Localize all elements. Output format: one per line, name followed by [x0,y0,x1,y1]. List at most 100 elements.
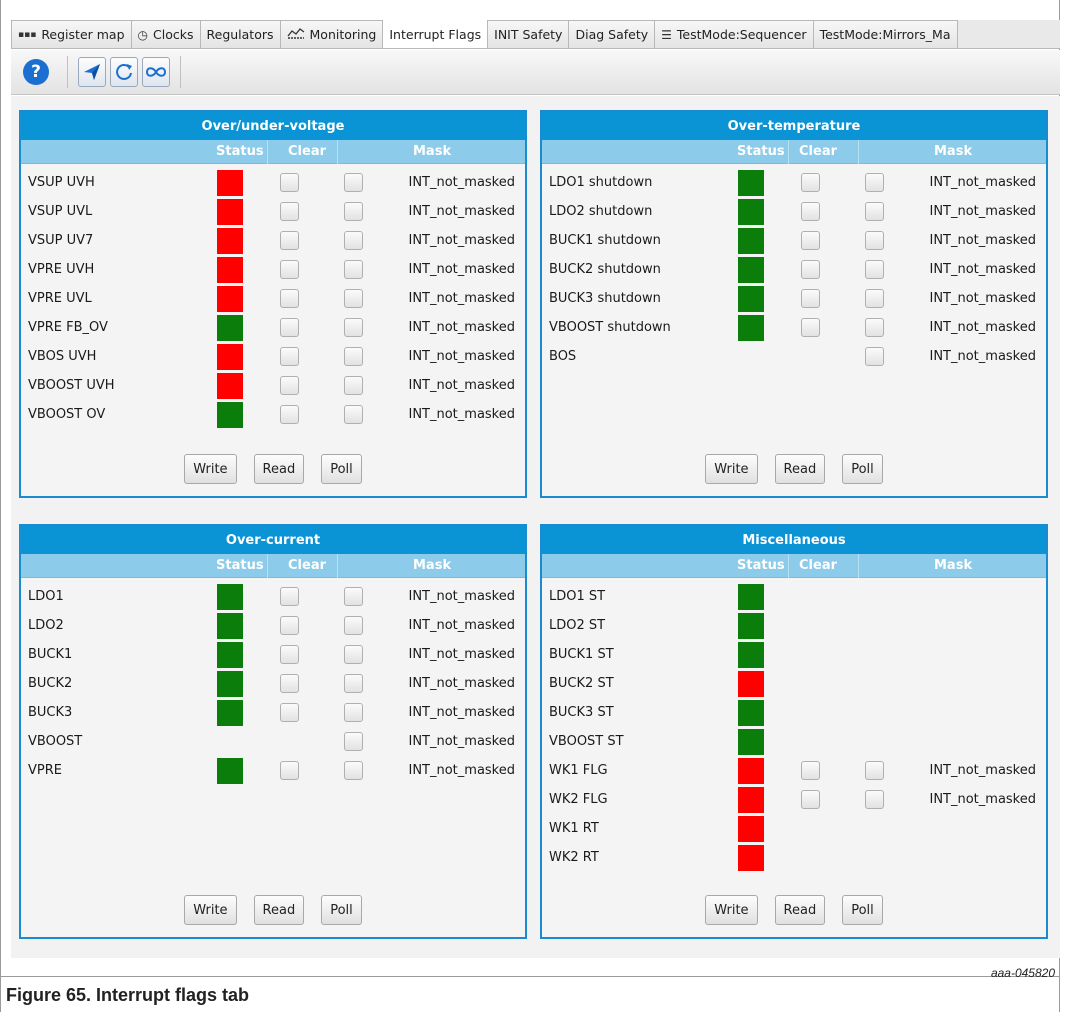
clear-checkbox[interactable] [280,674,299,693]
figure-caption: Figure 65. Interrupt flags tab [6,985,250,1005]
tab-monitoring[interactable]: Monitoring [279,20,384,48]
mask-checkbox[interactable] [865,347,884,366]
mask-checkbox[interactable] [344,732,363,751]
clear-checkbox[interactable] [801,318,820,337]
tab-testmode-mirrors[interactable]: TestMode:Mirrors_Ma [812,20,958,48]
poll-continuous-button[interactable] [142,57,170,87]
status-indicator [738,787,764,813]
read-button[interactable]: Read [253,895,305,925]
flag-row: BUCK1 shutdown INT_not_masked [542,226,1046,255]
mask-checkbox[interactable] [344,173,363,192]
clear-checkbox[interactable] [801,761,820,780]
tab-interrupt-flags[interactable]: Interrupt Flags [382,20,489,48]
flag-name: LDO1 shutdown [549,175,653,190]
toolbar-separator [67,56,68,88]
mask-checkbox[interactable] [344,260,363,279]
mask-checkbox[interactable] [344,202,363,221]
clear-checkbox[interactable] [280,173,299,192]
mask-checkbox[interactable] [344,616,363,635]
clear-checkbox[interactable] [801,289,820,308]
help-icon[interactable]: ? [23,59,49,85]
tab-testmode-sequencer[interactable]: ☰ TestMode:Sequencer [654,20,814,48]
read-button[interactable]: Read [774,895,826,925]
mask-checkbox[interactable] [344,318,363,337]
flag-row: LDO2 shutdown INT_not_masked [542,197,1046,226]
status-indicator [217,257,243,283]
flag-row: VPRE FB_OV INT_not_masked [21,313,525,342]
clear-checkbox[interactable] [801,260,820,279]
mask-checkbox[interactable] [344,703,363,722]
read-button[interactable]: Read [774,454,826,484]
send-button[interactable] [78,57,106,87]
clear-checkbox[interactable] [801,173,820,192]
mask-checkbox[interactable] [865,173,884,192]
tab-regulators[interactable]: Regulators [199,20,281,48]
mask-checkbox[interactable] [865,761,884,780]
write-button[interactable]: Write [184,454,237,484]
poll-button[interactable]: Poll [842,895,883,925]
clear-checkbox[interactable] [280,587,299,606]
tab-diag-safety[interactable]: Diag Safety [568,20,656,48]
status-indicator [738,671,764,697]
flag-name: VBOOST OV [28,407,106,422]
flag-row: BUCK2 INT_not_masked [21,669,525,698]
status-indicator [217,402,243,428]
clear-checkbox[interactable] [280,289,299,308]
flag-row: LDO1 ST [542,582,1046,611]
clear-checkbox[interactable] [801,231,820,250]
clear-checkbox[interactable] [280,202,299,221]
clear-checkbox[interactable] [280,405,299,424]
mask-checkbox[interactable] [344,587,363,606]
status-indicator [217,315,243,341]
mask-checkbox[interactable] [865,260,884,279]
tab-register-map[interactable]: ▪▪▪ Register map [11,20,132,48]
clear-checkbox[interactable] [280,376,299,395]
flag-row: WK1 RT [542,814,1046,843]
mask-checkbox[interactable] [344,761,363,780]
poll-button[interactable]: Poll [321,454,362,484]
clear-checkbox[interactable] [801,790,820,809]
poll-button[interactable]: Poll [842,454,883,484]
mask-checkbox[interactable] [344,405,363,424]
clear-checkbox[interactable] [280,347,299,366]
mask-checkbox[interactable] [865,202,884,221]
mask-checkbox[interactable] [865,289,884,308]
clear-checkbox[interactable] [280,645,299,664]
tab-init-safety[interactable]: INIT Safety [487,20,570,48]
write-button[interactable]: Write [705,454,758,484]
mask-checkbox[interactable] [344,347,363,366]
flag-row: VBOOST UVH INT_not_masked [21,371,525,400]
col-clear: Clear [799,144,837,159]
col-clear: Clear [288,558,326,573]
mask-checkbox[interactable] [344,376,363,395]
flag-name: VPRE UVL [28,291,92,306]
mask-checkbox[interactable] [865,231,884,250]
clear-checkbox[interactable] [280,260,299,279]
mask-checkbox[interactable] [344,231,363,250]
poll-button[interactable]: Poll [321,895,362,925]
read-button[interactable]: Read [253,454,305,484]
col-status: Status [216,558,264,573]
status-indicator [738,228,764,254]
clear-checkbox[interactable] [280,231,299,250]
refresh-button[interactable] [110,57,138,87]
flag-name: BUCK2 shutdown [549,262,661,277]
mask-checkbox[interactable] [865,790,884,809]
clear-checkbox[interactable] [280,761,299,780]
tab-clocks[interactable]: ◷ Clocks [130,20,201,48]
flag-name: WK1 RT [549,821,599,836]
mask-checkbox[interactable] [344,645,363,664]
panel-title: Over/under-voltage [21,112,525,140]
mask-checkbox[interactable] [865,318,884,337]
clear-checkbox[interactable] [280,703,299,722]
flag-name: VBOS UVH [28,349,97,364]
clear-checkbox[interactable] [801,202,820,221]
mask-checkbox[interactable] [344,674,363,693]
write-button[interactable]: Write [184,895,237,925]
tab-label: Regulators [206,27,274,42]
clear-checkbox[interactable] [280,616,299,635]
flag-row: VBOOST shutdown INT_not_masked [542,313,1046,342]
clear-checkbox[interactable] [280,318,299,337]
write-button[interactable]: Write [705,895,758,925]
mask-checkbox[interactable] [344,289,363,308]
